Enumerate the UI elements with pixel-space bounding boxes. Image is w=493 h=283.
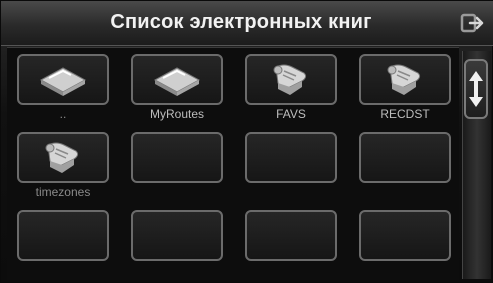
scrollbar-thumb[interactable]	[464, 59, 488, 119]
file-label: ..	[59, 107, 67, 121]
file-tile-parent[interactable]	[17, 54, 109, 105]
empty-tile[interactable]	[359, 210, 451, 261]
page-title: Список электронных книг	[110, 11, 372, 33]
book-scroll-icon	[387, 64, 421, 95]
book-scroll-icon	[273, 64, 307, 95]
up-down-arrow-icon	[469, 71, 483, 107]
exit-icon	[460, 13, 484, 33]
file-grid: .. MyRoutes FAVS RECDST timezones	[7, 47, 459, 280]
file-tile-timezones[interactable]	[17, 132, 109, 183]
title-bar: Список электронных книг	[1, 1, 493, 46]
empty-tile[interactable]	[245, 132, 337, 183]
file-label: MyRoutes	[149, 107, 205, 121]
folder-icon	[153, 66, 201, 96]
file-label: RECDST	[380, 107, 430, 121]
exit-button[interactable]	[458, 9, 488, 37]
file-label: timezones	[35, 185, 91, 199]
file-label: FAVS	[276, 107, 306, 121]
empty-tile[interactable]	[131, 210, 223, 261]
file-tile-recdst[interactable]	[359, 54, 451, 105]
empty-tile[interactable]	[245, 210, 337, 261]
empty-tile[interactable]	[131, 132, 223, 183]
file-tile-favs[interactable]	[245, 54, 337, 105]
file-tile-myroutes[interactable]	[131, 54, 223, 105]
folder-icon	[39, 66, 87, 96]
empty-tile[interactable]	[359, 132, 451, 183]
book-scroll-icon	[45, 142, 79, 173]
device-screen: Список электронных книг .. MyRoutes FAVS…	[0, 0, 493, 283]
empty-tile[interactable]	[17, 210, 109, 261]
